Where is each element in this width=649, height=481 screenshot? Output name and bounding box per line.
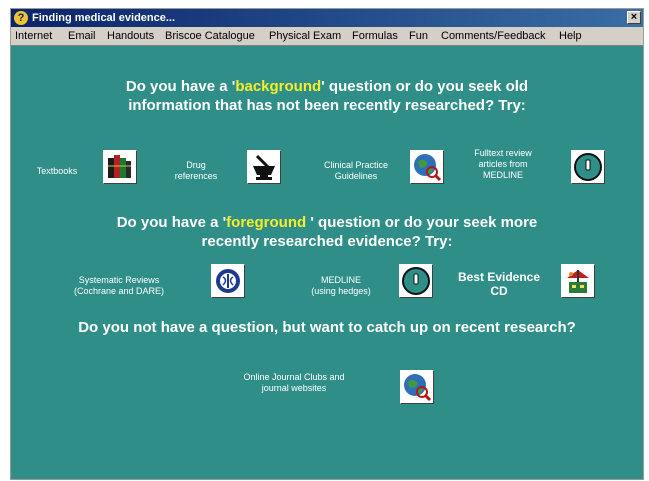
best-evidence-label: Best Evidence CD [457, 270, 541, 298]
foreground-heading-line2: recently researched evidence? Try: [201, 233, 453, 250]
globe-magnifier-icon [414, 154, 442, 182]
background-heading-line2: information that has not been recently r… [128, 97, 526, 114]
textbooks-button[interactable] [103, 150, 137, 184]
globe-magnifier-icon [404, 374, 432, 402]
foreground-keyword: foreground [226, 214, 307, 231]
clinical-practice-guidelines-label: Clinical Practice Guidelines [323, 160, 389, 181]
menu-comments-feedback[interactable]: Comments/Feedback [441, 30, 546, 42]
mortar-pestle-icon [253, 154, 275, 180]
systematic-reviews-button[interactable] [211, 264, 245, 298]
textbooks-label: Textbooks [36, 166, 78, 176]
menu-internet[interactable]: Internet [15, 30, 52, 42]
clinical-practice-guidelines-button[interactable] [410, 150, 444, 184]
menu-briscoe-catalogue[interactable]: Briscoe Catalogue [165, 30, 255, 42]
window-title: Finding medical evidence... [32, 12, 176, 24]
menu-handouts[interactable]: Handouts [107, 30, 154, 42]
books-icon [108, 155, 131, 178]
title-bar: ? Finding medical evidence... × [11, 9, 643, 27]
medline-disc-icon [574, 153, 602, 181]
background-keyword: background [235, 78, 322, 95]
fulltext-review-label: Fulltext review articles from MEDLINE [474, 148, 532, 180]
menu-formulas[interactable]: Formulas [352, 30, 398, 42]
background-heading-line1: Do you have a 'background' question or d… [125, 78, 529, 95]
foreground-heading-line1: Do you have a 'foreground ' question or … [116, 214, 538, 231]
main-content: Do you have a 'background' question or d… [11, 46, 643, 479]
best-evidence-cd-icon [567, 270, 589, 293]
systematic-reviews-label: Systematic Reviews (Cochrane and DARE) [73, 275, 165, 296]
medline-hedges-button[interactable] [399, 264, 433, 298]
medline-disc-icon [402, 267, 430, 295]
app-window: ? Finding medical evidence... × Internet… [10, 8, 644, 480]
cochrane-logo-icon [216, 269, 240, 293]
best-evidence-button[interactable] [561, 264, 595, 298]
menu-help[interactable]: Help [559, 30, 582, 42]
help-question-icon: ? [14, 11, 28, 25]
menu-physical-exam[interactable]: Physical Exam [269, 30, 341, 42]
menu-bar: Internet Email Handouts Briscoe Catalogu… [11, 27, 643, 46]
online-journal-clubs-label: Online Journal Clubs and journal websites [243, 372, 345, 393]
catchup-heading: Do you not have a question, but want to … [78, 319, 576, 336]
menu-fun[interactable]: Fun [409, 30, 428, 42]
fulltext-review-button[interactable] [571, 150, 605, 184]
drug-references-button[interactable] [247, 150, 281, 184]
online-journal-clubs-button[interactable] [400, 370, 434, 404]
close-button[interactable]: × [627, 11, 641, 24]
drug-references-label: Drug references [174, 160, 218, 181]
menu-email[interactable]: Email [68, 30, 96, 42]
medline-hedges-label: MEDLINE (using hedges) [311, 275, 371, 296]
